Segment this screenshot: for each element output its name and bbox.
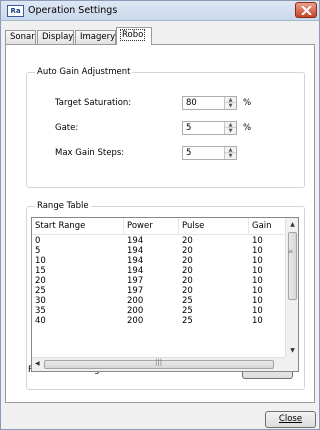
table-cell: 20 — [35, 276, 46, 286]
table-cell: 10 — [252, 236, 263, 246]
target-saturation-spinner[interactable]: 80 ▲ ▼ — [182, 96, 237, 110]
target-saturation-unit: % — [243, 98, 252, 108]
table-row[interactable]: 0 194 20 10 — [32, 236, 298, 246]
max-gain-steps-spinner[interactable]: 5 ▲ ▼ — [182, 146, 237, 160]
scroll-down-icon[interactable]: ▼ — [286, 347, 298, 354]
tab-robo[interactable]: Robo — [116, 27, 152, 45]
gate-unit: % — [243, 123, 252, 133]
window-title: Operation Settings — [28, 5, 118, 16]
operation-settings-window: Ra Operation Settings Sonar Display Imag… — [0, 0, 320, 430]
table-cell: 25 — [182, 306, 193, 316]
table-cell: 200 — [127, 316, 144, 326]
column-header-start-range[interactable]: Start Range — [32, 218, 124, 235]
target-saturation-label: Target Saturation: — [55, 98, 132, 108]
grip-icon: ≡ — [288, 248, 294, 255]
table-row[interactable]: 25 197 20 10 — [32, 286, 298, 296]
table-cell: 25 — [182, 316, 193, 326]
range-table-group-title: Range Table — [35, 201, 91, 211]
close-button-label: Close — [278, 414, 303, 424]
tab-display[interactable]: Display — [37, 30, 74, 44]
gate-value: 5 — [186, 123, 192, 133]
table-cell: 30 — [35, 296, 46, 306]
column-header-pulse[interactable]: Pulse — [179, 218, 249, 235]
scroll-left-icon[interactable]: ◀ — [35, 360, 40, 367]
table-cell: 194 — [127, 266, 144, 276]
spinner-arrows: ▲ ▼ — [224, 122, 236, 134]
scrollbar-corner — [285, 357, 298, 371]
table-cell: 0 — [35, 236, 41, 246]
table-cell: 25 — [182, 296, 193, 306]
table-cell: 5 — [35, 246, 41, 256]
auto-gain-group-title: Auto Gain Adjustment — [35, 67, 133, 77]
grip-icon: ||| — [155, 358, 163, 366]
horizontal-scrollbar[interactable]: ◀ ||| ▶ — [32, 357, 298, 371]
target-saturation-value: 80 — [186, 98, 197, 108]
table-cell: 194 — [127, 246, 144, 256]
table-cell: 15 — [35, 266, 46, 276]
spinner-arrows: ▲ ▼ — [224, 97, 236, 109]
max-gain-steps-label: Max Gain Steps: — [55, 148, 125, 158]
app-icon: Ra — [7, 5, 24, 17]
table-cell: 20 — [182, 276, 193, 286]
vertical-scrollbar[interactable]: ▲ ≡ ▼ — [285, 218, 298, 358]
table-cell: 25 — [35, 286, 46, 296]
table-cell: 20 — [182, 266, 193, 276]
table-cell: 200 — [127, 306, 144, 316]
table-cell: 20 — [182, 236, 193, 246]
table-row[interactable]: 35 200 25 10 — [32, 306, 298, 316]
gate-spinner[interactable]: 5 ▲ ▼ — [182, 121, 237, 135]
scroll-up-icon[interactable]: ▲ — [286, 221, 298, 228]
gate-label: Gate: — [55, 123, 79, 133]
table-cell: 10 — [252, 306, 263, 316]
table-cell: 20 — [182, 286, 193, 296]
horizontal-scroll-thumb[interactable]: ||| — [44, 358, 274, 369]
table-row[interactable]: 20 197 20 10 — [32, 276, 298, 286]
tab-sonar[interactable]: Sonar — [5, 30, 36, 44]
table-cell: 10 — [252, 266, 263, 276]
close-window-button[interactable] — [295, 2, 317, 18]
table-row[interactable]: 30 200 25 10 — [32, 296, 298, 306]
table-cell: 194 — [127, 256, 144, 266]
table-cell: 10 — [252, 246, 263, 256]
title-bar[interactable]: Ra Operation Settings — [1, 1, 319, 21]
table-cell: 10 — [252, 316, 263, 326]
table-cell: 20 — [182, 256, 193, 266]
column-header-gain[interactable]: Gain — [249, 218, 287, 235]
spin-down-icon[interactable]: ▼ — [225, 153, 236, 159]
column-header-power[interactable]: Power — [124, 218, 179, 235]
table-cell: 197 — [127, 286, 144, 296]
table-cell: 10 — [252, 296, 263, 306]
table-cell: 40 — [35, 316, 46, 326]
table-cell: 194 — [127, 236, 144, 246]
table-cell: 197 — [127, 276, 144, 286]
table-cell: 10 — [252, 286, 263, 296]
max-gain-steps-value: 5 — [186, 148, 192, 158]
table-cell: 10 — [252, 276, 263, 286]
table-cell: 10 — [35, 256, 46, 266]
table-cell: 35 — [35, 306, 46, 316]
auto-gain-group: Auto Gain Adjustment Target Saturation: … — [26, 67, 305, 188]
spin-down-icon[interactable]: ▼ — [225, 103, 236, 109]
table-row[interactable]: 5 194 20 10 — [32, 246, 298, 256]
table-row[interactable]: 15 194 20 10 — [32, 266, 298, 276]
close-button[interactable]: Close — [265, 411, 316, 428]
spinner-arrows: ▲ ▼ — [224, 147, 236, 159]
table-row[interactable]: 40 200 25 10 — [32, 316, 298, 326]
table-header: Start Range Power Pulse Gain — [32, 218, 298, 235]
close-icon — [301, 6, 312, 15]
table-row[interactable]: 10 194 20 10 — [32, 256, 298, 266]
tab-imagery[interactable]: Imagery — [75, 30, 116, 44]
spin-down-icon[interactable]: ▼ — [225, 128, 236, 134]
vertical-scroll-thumb[interactable] — [288, 232, 297, 300]
table-cell: 200 — [127, 296, 144, 306]
range-table-listview[interactable]: Start Range Power Pulse Gain 0 194 20 10 5 19… — [31, 217, 299, 372]
table-cell: 20 — [182, 246, 193, 256]
table-cell: 10 — [252, 256, 263, 266]
